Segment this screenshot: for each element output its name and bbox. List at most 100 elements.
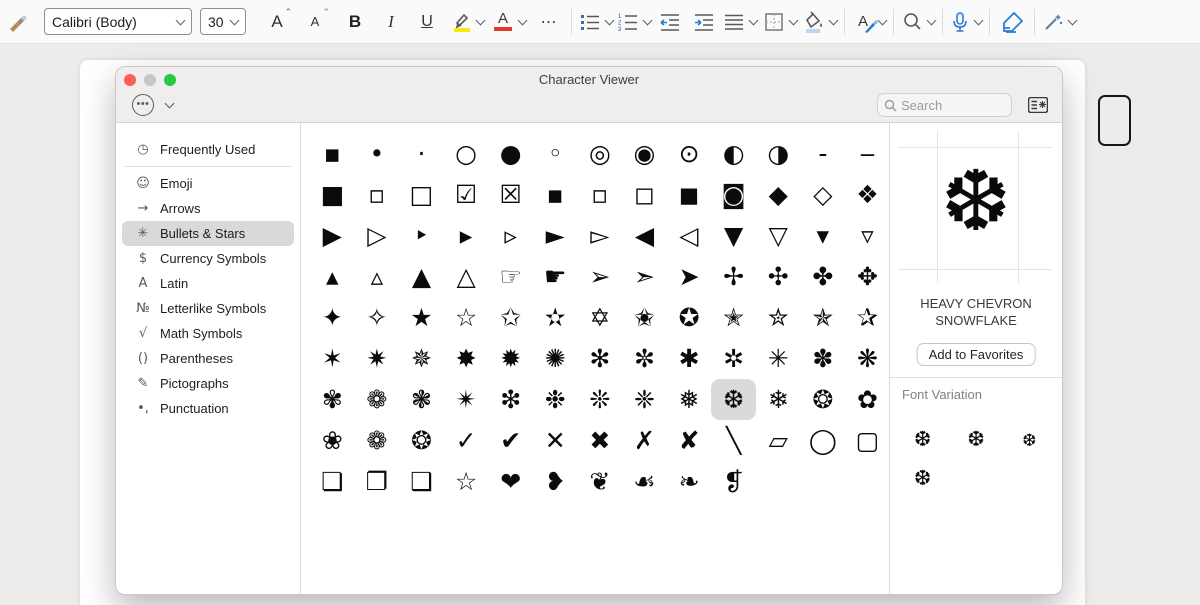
character-cell[interactable]: ☑ [444,174,489,215]
character-cell[interactable]: △ [444,256,489,297]
character-cell[interactable]: ⊙ [667,133,712,174]
character-cell[interactable]: ❂ [801,379,846,420]
character-cell[interactable]: ☆ [444,297,489,338]
sidebar-item-letterlike-symbols[interactable]: №Letterlike Symbols [122,296,294,321]
character-cell[interactable]: ▿ [845,215,890,256]
character-cell[interactable]: ✶ [310,338,355,379]
character-cell[interactable]: ▪ [533,174,578,215]
character-cell[interactable]: ● [488,133,533,174]
styles-button[interactable]: A [852,7,886,37]
character-cell[interactable]: ❥ [533,461,578,502]
format-painter-icon[interactable] [2,7,32,37]
character-cell[interactable]: ✱ [667,338,712,379]
character-cell[interactable]: ✿ [845,379,890,420]
character-cell[interactable]: ✔ [488,420,533,461]
character-cell[interactable]: ✴ [444,379,489,420]
character-cell[interactable]: ▶ [310,215,355,256]
font-variation-cell[interactable]: ❆ [896,419,949,458]
character-cell[interactable]: ✹ [488,338,533,379]
copilot-button[interactable] [1042,7,1076,37]
character-cell[interactable]: ✰ [845,297,890,338]
character-cell[interactable]: ❅ [667,379,712,420]
character-cell[interactable]: ✩ [488,297,533,338]
character-cell[interactable]: ✕ [533,420,578,461]
character-cell[interactable]: ✢ [711,256,756,297]
shading-button[interactable] [801,7,837,37]
character-cell[interactable]: ✽ [801,338,846,379]
character-cell[interactable]: ❑ [399,461,444,502]
more-options-button[interactable]: ⋯ [534,7,564,37]
character-cell[interactable]: ❋ [845,338,890,379]
character-cell[interactable]: ‐ [801,133,846,174]
character-cell[interactable]: ◎ [578,133,623,174]
text-box-shape[interactable] [1098,95,1131,146]
character-cell[interactable]: ✗ [622,420,667,461]
character-cell[interactable]: ✺ [533,338,578,379]
numbered-list-button[interactable]: 1 2 3 [617,7,651,37]
character-cell[interactable]: ✭ [711,297,756,338]
character-cell[interactable]: ➤ [667,256,712,297]
character-cell[interactable]: ✵ [399,338,444,379]
highlight-color-button[interactable] [450,7,484,37]
sidebar-item-frequently-used[interactable]: ◷Frequently Used [122,137,294,162]
character-cell[interactable]: ✣ [756,256,801,297]
character-cell[interactable]: ✧ [355,297,400,338]
character-cell[interactable]: ✓ [444,420,489,461]
increase-indent-button[interactable] [689,7,719,37]
font-name-select[interactable]: Calibri (Body) [44,8,192,35]
font-color-button[interactable]: A [492,7,526,37]
character-cell[interactable]: ✬ [622,297,667,338]
character-cell[interactable]: ✪ [667,297,712,338]
character-cell[interactable]: ❂ [399,420,444,461]
character-cell[interactable]: ✼ [622,338,667,379]
character-cell[interactable]: ☞ [488,256,533,297]
character-cell[interactable]: ➢ [578,256,623,297]
sidebar-item-bullets-stars[interactable]: ✳Bullets & Stars [122,221,294,246]
character-cell[interactable]: ❉ [533,379,578,420]
character-cell[interactable]: ✡ [578,297,623,338]
character-cell[interactable]: ▼ [711,215,756,256]
character-cell[interactable]: ✾ [310,379,355,420]
character-cell[interactable]: ‣ [399,215,444,256]
character-cell[interactable]: ➣ [622,256,667,297]
sidebar-item-punctuation[interactable]: •,Punctuation [122,396,294,421]
character-cell[interactable]: ◇ [801,174,846,215]
character-cell[interactable]: ✦ [310,297,355,338]
character-cell[interactable]: ❦ [578,461,623,502]
character-cell[interactable]: ✸ [444,338,489,379]
sidebar-item-currency-symbols[interactable]: $Currency Symbols [122,246,294,271]
character-cell[interactable]: ▹ [488,215,533,256]
character-cell[interactable]: · [399,133,444,174]
find-button[interactable] [901,7,935,37]
character-cell[interactable]: ✲ [711,338,756,379]
character-cell[interactable]: ◐ [711,133,756,174]
character-cell[interactable]: ◙ [711,174,756,215]
character-cell[interactable]: ❃ [399,379,444,420]
font-variation-cell[interactable]: ❆ [896,458,949,497]
character-cell[interactable]: ✯ [801,297,846,338]
character-cell[interactable]: ❐ [355,461,400,502]
character-cell[interactable]: ‒ [845,133,890,174]
character-cell[interactable]: ▫ [355,174,400,215]
alignment-button[interactable] [723,7,757,37]
dictate-button[interactable] [950,7,982,37]
character-cell[interactable]: ▱ [756,420,801,461]
character-cell[interactable]: ▪ [310,133,355,174]
sidebar-item-latin[interactable]: ALatin [122,271,294,296]
character-cell[interactable]: ✮ [756,297,801,338]
search-field[interactable] [877,93,1012,117]
character-cell[interactable]: ▫ [578,174,623,215]
bold-button[interactable]: B [340,7,370,37]
character-cell[interactable]: ✳ [756,338,801,379]
character-cell[interactable]: ☆ [444,461,489,502]
character-cell[interactable]: ▢ [845,420,890,461]
character-cell[interactable]: ✘ [667,420,712,461]
character-cell-selected[interactable]: ❆ [711,379,756,420]
sidebar-item-arrows[interactable]: →Arrows [122,196,294,221]
character-cell[interactable]: ❧ [667,461,712,502]
character-cell[interactable]: ○ [444,133,489,174]
underline-button[interactable]: U [412,7,442,37]
character-cell[interactable]: ► [533,215,578,256]
character-cell[interactable]: ◯ [801,420,846,461]
character-cell[interactable]: ✻ [578,338,623,379]
